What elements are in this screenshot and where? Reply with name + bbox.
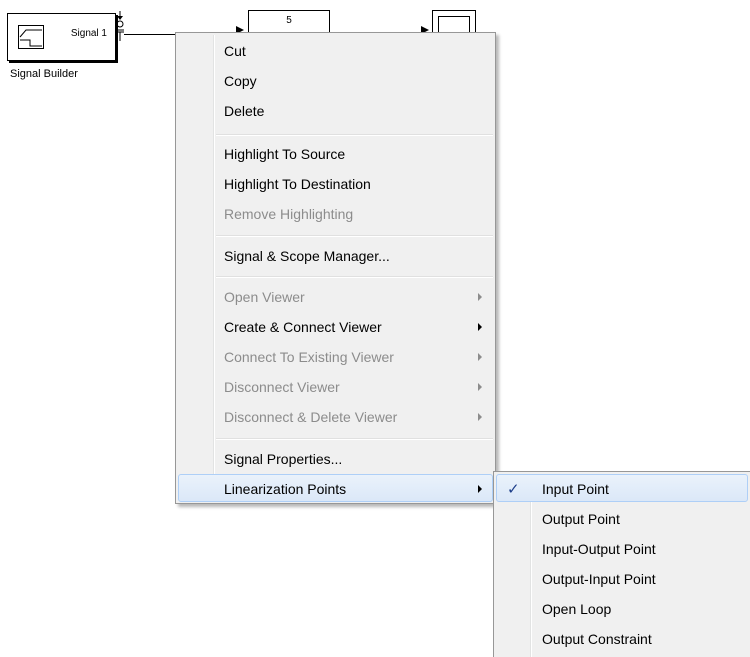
menu-item-label: Delete	[224, 103, 265, 119]
menu-item-label: Connect To Existing Viewer	[224, 349, 394, 365]
menu-item-label: Create & Connect Viewer	[224, 319, 382, 335]
menu-item-delete[interactable]: Delete	[178, 96, 493, 124]
menu-item-label: Disconnect & Delete Viewer	[224, 409, 398, 425]
menu-item-label: Open Viewer	[224, 289, 305, 305]
menu-item-signal-scope-manager[interactable]: Signal & Scope Manager...	[178, 241, 493, 269]
submenu-item-open-loop[interactable]: Open Loop	[496, 594, 748, 622]
menu-item-label: Remove Highlighting	[224, 206, 354, 222]
menu-item-label: Signal Properties...	[224, 451, 343, 467]
menu-item-label: Cut	[224, 43, 246, 59]
menu-item-highlight-to-source[interactable]: Highlight To Source	[178, 139, 493, 167]
menu-separator	[216, 235, 493, 237]
submenu-item-input-point[interactable]: ✓ Input Point	[496, 474, 748, 502]
submenu-item-label: Output-Input Point	[542, 571, 656, 587]
menu-item-remove-highlighting: Remove Highlighting	[178, 199, 493, 227]
signal-builder-icon	[18, 25, 44, 49]
submenu-item-label: Input-Output Point	[542, 541, 656, 557]
menu-item-signal-properties[interactable]: Signal Properties...	[178, 444, 493, 472]
menu-item-connect-existing-viewer: Connect To Existing Viewer	[178, 342, 493, 370]
submenu-item-output-input-point[interactable]: Output-Input Point	[496, 564, 748, 592]
menu-item-disconnect-viewer: Disconnect Viewer	[178, 372, 493, 400]
menu-item-label: Highlight To Source	[224, 146, 346, 162]
submenu-item-label: Input Point	[542, 481, 609, 497]
submenu-arrow-icon	[478, 293, 482, 301]
submenu-arrow-icon	[478, 485, 482, 493]
linearization-io-marker-icon[interactable]	[114, 11, 126, 41]
submenu-item-label: Open Loop	[542, 601, 612, 617]
signal-builder-caption: Signal Builder	[10, 68, 78, 80]
menu-separator	[216, 134, 493, 136]
menu-item-copy[interactable]: Copy	[178, 66, 493, 94]
menu-item-label: Disconnect Viewer	[224, 379, 340, 395]
submenu-arrow-icon	[478, 413, 482, 421]
menu-item-highlight-to-destination[interactable]: Highlight To Destination	[178, 169, 493, 197]
simulink-canvas[interactable]: Signal 1 Signal Builder 5 Cut Copy Delet…	[0, 0, 750, 657]
submenu-item-label: Output Constraint	[542, 631, 652, 647]
signal-builder-port-label: Signal 1	[70, 28, 107, 39]
submenu-arrow-icon	[478, 323, 482, 331]
submenu-item-input-output-point[interactable]: Input-Output Point	[496, 534, 748, 562]
menu-item-open-viewer: Open Viewer	[178, 282, 493, 310]
menu-item-disconnect-delete-viewer: Disconnect & Delete Viewer	[178, 402, 493, 430]
menu-item-label: Signal & Scope Manager...	[224, 248, 390, 264]
submenu-arrow-icon	[478, 353, 482, 361]
menu-separator	[216, 438, 493, 440]
submenu-item-output-constraint[interactable]: Output Constraint	[496, 624, 748, 652]
menu-item-cut[interactable]: Cut	[178, 36, 493, 64]
checkmark-icon: ✓	[507, 480, 520, 498]
signal-builder-block[interactable]: Signal 1	[7, 13, 116, 61]
menu-separator	[216, 276, 493, 278]
menu-item-label: Linearization Points	[224, 481, 347, 497]
gain-value: 5	[286, 15, 292, 26]
submenu-item-output-point[interactable]: Output Point	[496, 504, 748, 532]
menu-item-label: Copy	[224, 73, 257, 89]
submenu-item-label: Output Point	[542, 511, 620, 527]
menu-item-label: Highlight To Destination	[224, 176, 371, 192]
context-menu[interactable]: Cut Copy Delete Highlight To Source High…	[175, 32, 496, 504]
menu-item-create-connect-viewer[interactable]: Create & Connect Viewer	[178, 312, 493, 340]
submenu-arrow-icon	[478, 383, 482, 391]
linearization-points-submenu[interactable]: ✓ Input Point Output Point Input-Output …	[493, 471, 750, 657]
menu-item-linearization-points[interactable]: Linearization Points	[178, 474, 493, 502]
